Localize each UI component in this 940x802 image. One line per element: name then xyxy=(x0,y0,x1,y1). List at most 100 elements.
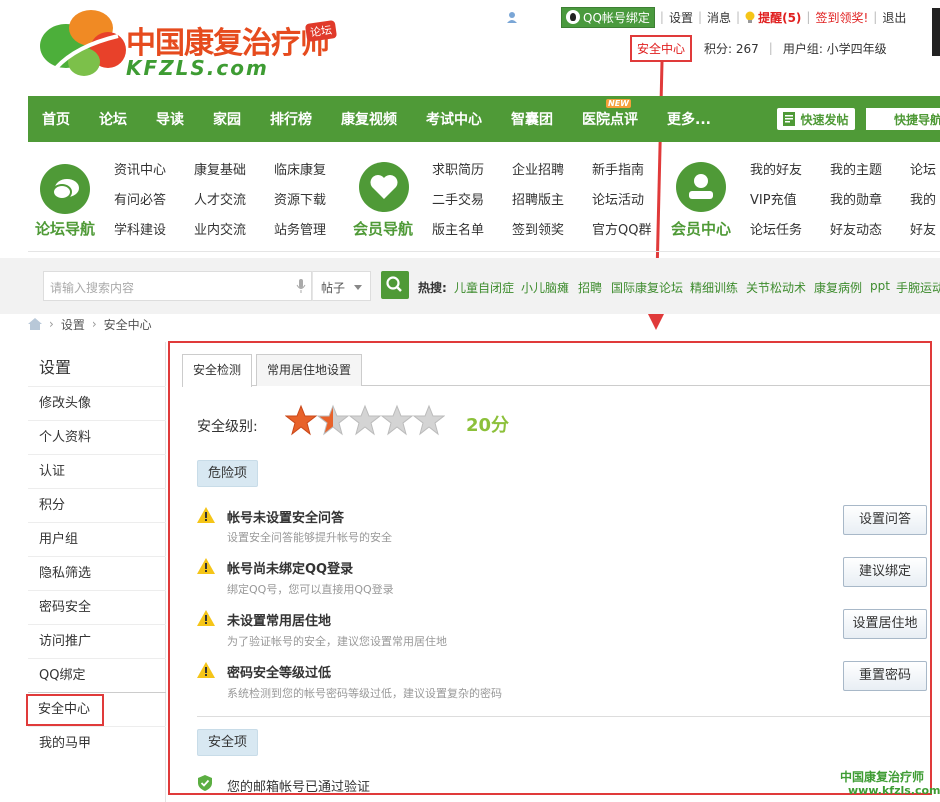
subnav-link[interactable]: 我的好友 xyxy=(750,159,802,178)
hot-search-link[interactable]: 小儿脑瘫 xyxy=(521,279,569,296)
nav-hospital-review[interactable]: 医院点评 NEW xyxy=(582,99,638,129)
bind-qq-button[interactable]: 建议绑定 xyxy=(843,557,927,587)
reset-password-button[interactable]: 重置密码 xyxy=(843,661,927,691)
subnav-link[interactable]: 资源下载 xyxy=(274,189,326,208)
search-button[interactable] xyxy=(381,271,409,299)
breadcrumb-settings[interactable]: 设置 xyxy=(61,316,85,333)
messages-link[interactable]: 消息 xyxy=(707,9,731,26)
nav-home[interactable]: 首页 xyxy=(42,109,70,129)
quick-nav-button[interactable]: 快捷导航 xyxy=(866,108,940,130)
star-empty-icon xyxy=(349,404,381,436)
sidebar-item-promotion[interactable]: 访问推广 xyxy=(28,624,166,658)
subnav-link[interactable]: 学科建设 xyxy=(114,219,166,238)
microphone-icon[interactable] xyxy=(296,279,306,293)
subnav-link[interactable]: VIP充值 xyxy=(750,189,797,208)
sidebar-item-points[interactable]: 积分 xyxy=(28,488,166,522)
subnav-link[interactable]: 临床康复 xyxy=(274,159,326,178)
nav-home-space[interactable]: 家园 xyxy=(213,109,241,129)
warning-icon xyxy=(197,662,215,678)
subnav-link[interactable]: 企业招聘 xyxy=(512,159,564,178)
sidebar-item-alias[interactable]: 我的马甲 xyxy=(28,726,166,760)
nav-more[interactable]: 更多... xyxy=(667,109,711,129)
subnav-link[interactable]: 论坛任务 xyxy=(750,219,802,238)
warning-desc: 设置安全问答能够提升帐号的安全 xyxy=(227,531,392,544)
search-icon xyxy=(386,276,402,292)
subnav-link[interactable]: 新手指南 xyxy=(592,159,644,178)
warning-title: 帐号未设置安全问答 xyxy=(227,511,345,526)
subnav-link[interactable]: 论坛 xyxy=(910,159,936,178)
sign-link[interactable]: 签到领奖! xyxy=(815,9,868,26)
sidebar-item-profile[interactable]: 个人资料 xyxy=(28,420,166,454)
warning-title: 密码安全等级过低 xyxy=(227,666,332,681)
security-level-label: 安全级别: xyxy=(197,419,258,435)
subnav-link[interactable]: 资讯中心 xyxy=(114,159,166,178)
user-group-link[interactable]: 用户组: 小学四年级 xyxy=(783,40,887,57)
star-empty-icon xyxy=(413,404,445,436)
subnav-link[interactable]: 好友 xyxy=(910,219,936,238)
breadcrumb-current: 安全中心 xyxy=(103,317,152,332)
sidebar-item-security[interactable]: 安全中心 xyxy=(26,694,104,726)
subnav-link[interactable]: 我的 xyxy=(910,189,936,208)
subnav-link[interactable]: 版主名单 xyxy=(432,219,484,238)
nav-exam[interactable]: 考试中心 xyxy=(426,109,482,129)
star-half-icon xyxy=(317,404,349,436)
warning-desc: 为了验证帐号的安全，建议您设置常用居住地 xyxy=(227,635,447,648)
subnav-link[interactable]: 求职简历 xyxy=(432,159,484,178)
set-question-button[interactable]: 设置问答 xyxy=(843,505,927,535)
sidebar-item-qq[interactable]: QQ绑定 xyxy=(28,658,166,692)
hot-search-link[interactable]: 手腕运动 xyxy=(896,279,940,296)
hot-search-link[interactable]: ppt xyxy=(870,279,890,293)
subnav-link[interactable]: 好友动态 xyxy=(830,219,882,238)
subnav-link[interactable]: 招聘版主 xyxy=(512,189,564,208)
settings-sidebar: 设置 修改头像 个人资料 认证 积分 用户组 隐私筛选 密码安全 访问推广 QQ… xyxy=(26,342,166,802)
safe-items-badge: 安全项 xyxy=(197,729,259,756)
hot-search-label: 热搜: xyxy=(418,281,447,295)
security-center-link[interactable]: 安全中心 xyxy=(630,34,693,62)
nav-video[interactable]: 康复视频 xyxy=(341,109,397,129)
subnav-link[interactable]: 站务管理 xyxy=(274,219,326,238)
hot-search-link[interactable]: 招聘 xyxy=(578,279,602,296)
subnav-link[interactable]: 官方QQ群 xyxy=(592,219,651,238)
scrollbar-edge xyxy=(932,8,940,56)
sidebar-item-privacy[interactable]: 隐私筛选 xyxy=(28,556,166,590)
hot-search-link[interactable]: 关节松动术 xyxy=(746,279,806,296)
subnav-link[interactable]: 二手交易 xyxy=(432,189,484,208)
hot-search-link[interactable]: 儿童自闭症 xyxy=(454,279,514,296)
hot-search-link[interactable]: 国际康复论坛 xyxy=(611,279,683,296)
subnav-link[interactable]: 业内交流 xyxy=(194,219,246,238)
watermark-url: www.kfzls.com xyxy=(848,784,940,797)
home-icon[interactable] xyxy=(28,318,42,330)
hot-search-link[interactable]: 精细训练 xyxy=(690,279,738,296)
set-residence-button[interactable]: 设置居住地 xyxy=(843,609,927,639)
subnav-link[interactable]: 签到领奖 xyxy=(512,219,564,238)
subnav-link[interactable]: 康复基础 xyxy=(194,159,246,178)
subnav-link[interactable]: 人才交流 xyxy=(194,189,246,208)
tab-security-check[interactable]: 安全检测 xyxy=(182,354,253,387)
email-verified-text: 您的邮箱帐号已通过验证 xyxy=(227,780,371,795)
search-input[interactable]: 请输入搜索内容 xyxy=(43,271,312,301)
tab-bar: 安全检测 常用居住地设置 xyxy=(182,354,366,387)
subnav-link[interactable]: 我的主题 xyxy=(830,159,882,178)
nav-ranking[interactable]: 排行榜 xyxy=(270,109,312,129)
tab-residence[interactable]: 常用居住地设置 xyxy=(256,354,363,386)
hot-search-link[interactable]: 康复病例 xyxy=(814,279,862,296)
quick-post-button[interactable]: 快速发帖 xyxy=(777,108,855,130)
nav-forum[interactable]: 论坛 xyxy=(99,109,127,129)
subnav-link[interactable]: 有问必答 xyxy=(114,189,166,208)
sidebar-item-usergroup[interactable]: 用户组 xyxy=(28,522,166,556)
sidebar-item-verify[interactable]: 认证 xyxy=(28,454,166,488)
points-link[interactable]: 积分: 267 xyxy=(704,40,759,57)
subnav-link[interactable]: 我的勋章 xyxy=(830,189,882,208)
logout-link[interactable]: 退出 xyxy=(882,9,906,26)
nav-guide[interactable]: 导读 xyxy=(156,109,184,129)
remind-link[interactable]: 提醒(5) xyxy=(758,9,801,26)
member-nav-caption: 会员导航 xyxy=(353,220,414,238)
qq-bind-button[interactable]: QQ帐号绑定 xyxy=(561,6,655,28)
sidebar-item-avatar[interactable]: 修改头像 xyxy=(28,386,166,420)
settings-link[interactable]: 设置 xyxy=(669,9,693,26)
search-type-select[interactable]: 帖子 xyxy=(312,271,371,301)
post-icon xyxy=(783,112,796,126)
nav-think-tank[interactable]: 智囊团 xyxy=(511,109,553,129)
sidebar-item-password[interactable]: 密码安全 xyxy=(28,590,166,624)
subnav-link[interactable]: 论坛活动 xyxy=(592,189,644,208)
